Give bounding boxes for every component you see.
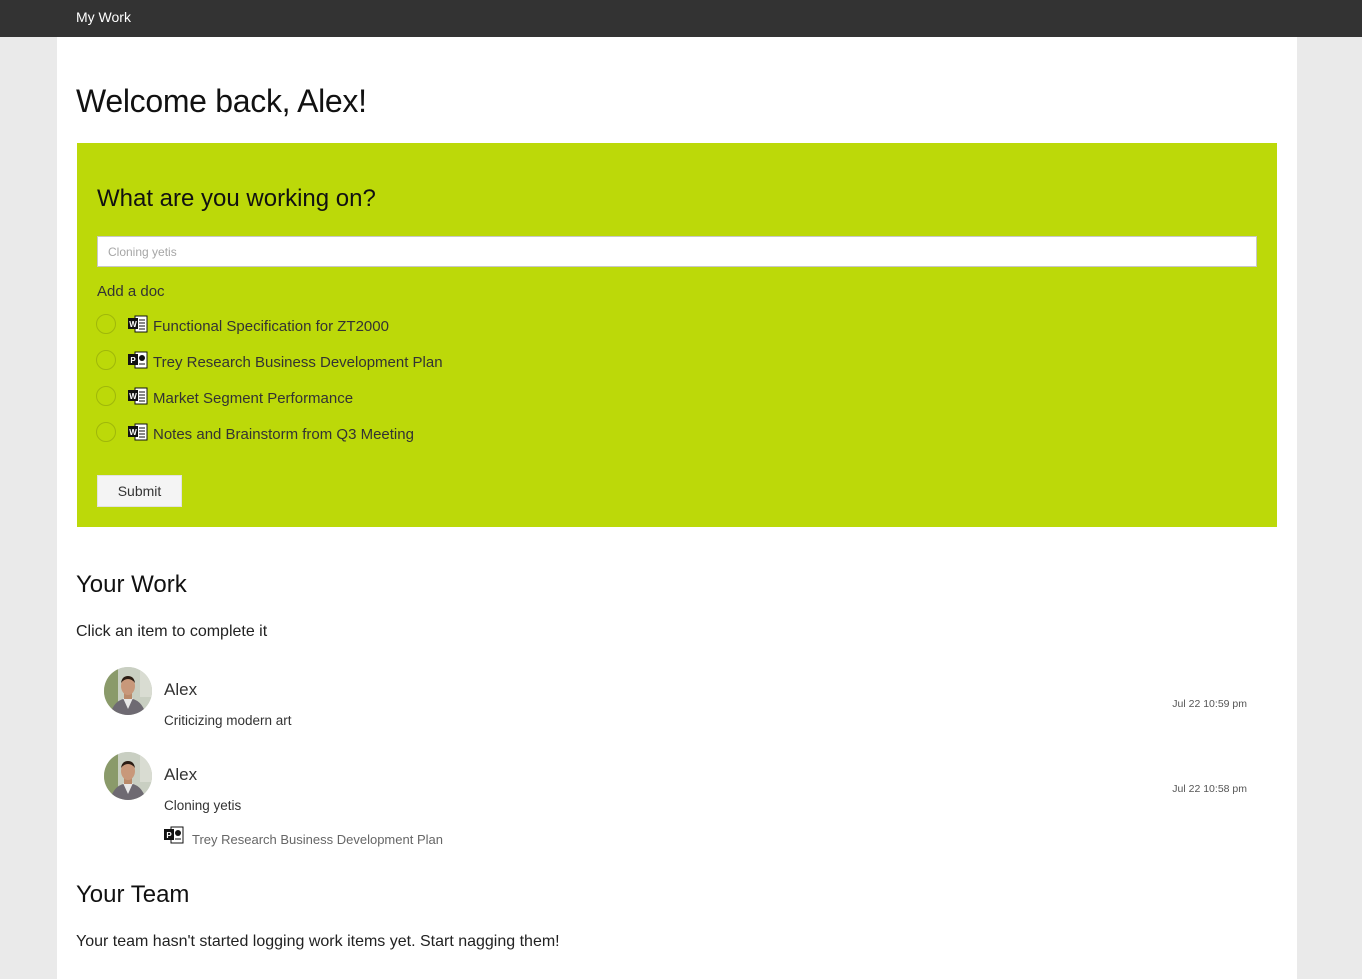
work-item-description: Criticizing modern art [164,713,292,728]
attachment-title: Trey Research Business Development Plan [192,832,443,847]
doc-option[interactable]: W Functional Specification for ZT2000 [95,313,515,349]
avatar [104,752,152,800]
word-doc-icon: W [128,315,148,333]
svg-text:W: W [129,428,137,437]
doc-title: Trey Research Business Development Plan [153,354,443,371]
doc-radio[interactable] [96,314,116,334]
work-item-author: Alex [164,680,198,699]
doc-radio[interactable] [96,386,116,406]
top-navbar: My Work [0,0,1362,37]
work-entry-panel: What are you working on? Add a doc W Fun… [77,143,1277,527]
work-item-timestamp: Jul 22 10:58 pm [1172,783,1247,795]
your-work-subtitle: Click an item to complete it [76,623,268,640]
page-title: Welcome back, Alex! [76,83,367,119]
work-item-timestamp: Jul 22 10:59 pm [1172,698,1247,710]
your-work-heading: Your Work [76,571,187,598]
add-doc-label: Add a doc [97,283,165,300]
your-team-message: Your team hasn't started logging work it… [76,933,560,950]
doc-option[interactable]: W Market Segment Performance [95,385,515,421]
doc-radio[interactable] [96,422,116,442]
doc-option[interactable]: P Trey Research Business Development Pla… [95,349,515,385]
powerpoint-doc-icon: P [128,351,148,369]
svg-text:P: P [166,831,172,840]
doc-title: Notes and Brainstorm from Q3 Meeting [153,426,414,443]
work-item[interactable]: Alex Criticizing modern art Jul 22 10:59… [104,667,1247,737]
work-item-description: Cloning yetis [164,798,242,813]
doc-radio[interactable] [96,350,116,370]
doc-title: Market Segment Performance [153,390,354,407]
svg-text:W: W [129,320,137,329]
main-content: Welcome back, Alex! What are you working… [57,37,1297,979]
task-input[interactable] [97,236,1257,267]
svg-text:P: P [130,356,136,365]
panel-heading: What are you working on? [97,185,376,212]
avatar [104,667,152,715]
powerpoint-doc-icon: P [164,826,184,844]
doc-list: W Functional Specification for ZT2000 P … [95,313,515,457]
work-item-author: Alex [164,765,198,784]
doc-title: Functional Specification for ZT2000 [153,318,389,335]
word-doc-icon: W [128,387,148,405]
doc-option[interactable]: W Notes and Brainstorm from Q3 Meeting [95,421,515,457]
your-team-heading: Your Team [76,881,190,908]
brand-link[interactable]: My Work [76,9,131,25]
word-doc-icon: W [128,423,148,441]
svg-text:W: W [129,392,137,401]
work-item[interactable]: Alex Cloning yetis Jul 22 10:58 pm P Tre… [104,752,1247,852]
submit-button[interactable]: Submit [97,475,182,507]
